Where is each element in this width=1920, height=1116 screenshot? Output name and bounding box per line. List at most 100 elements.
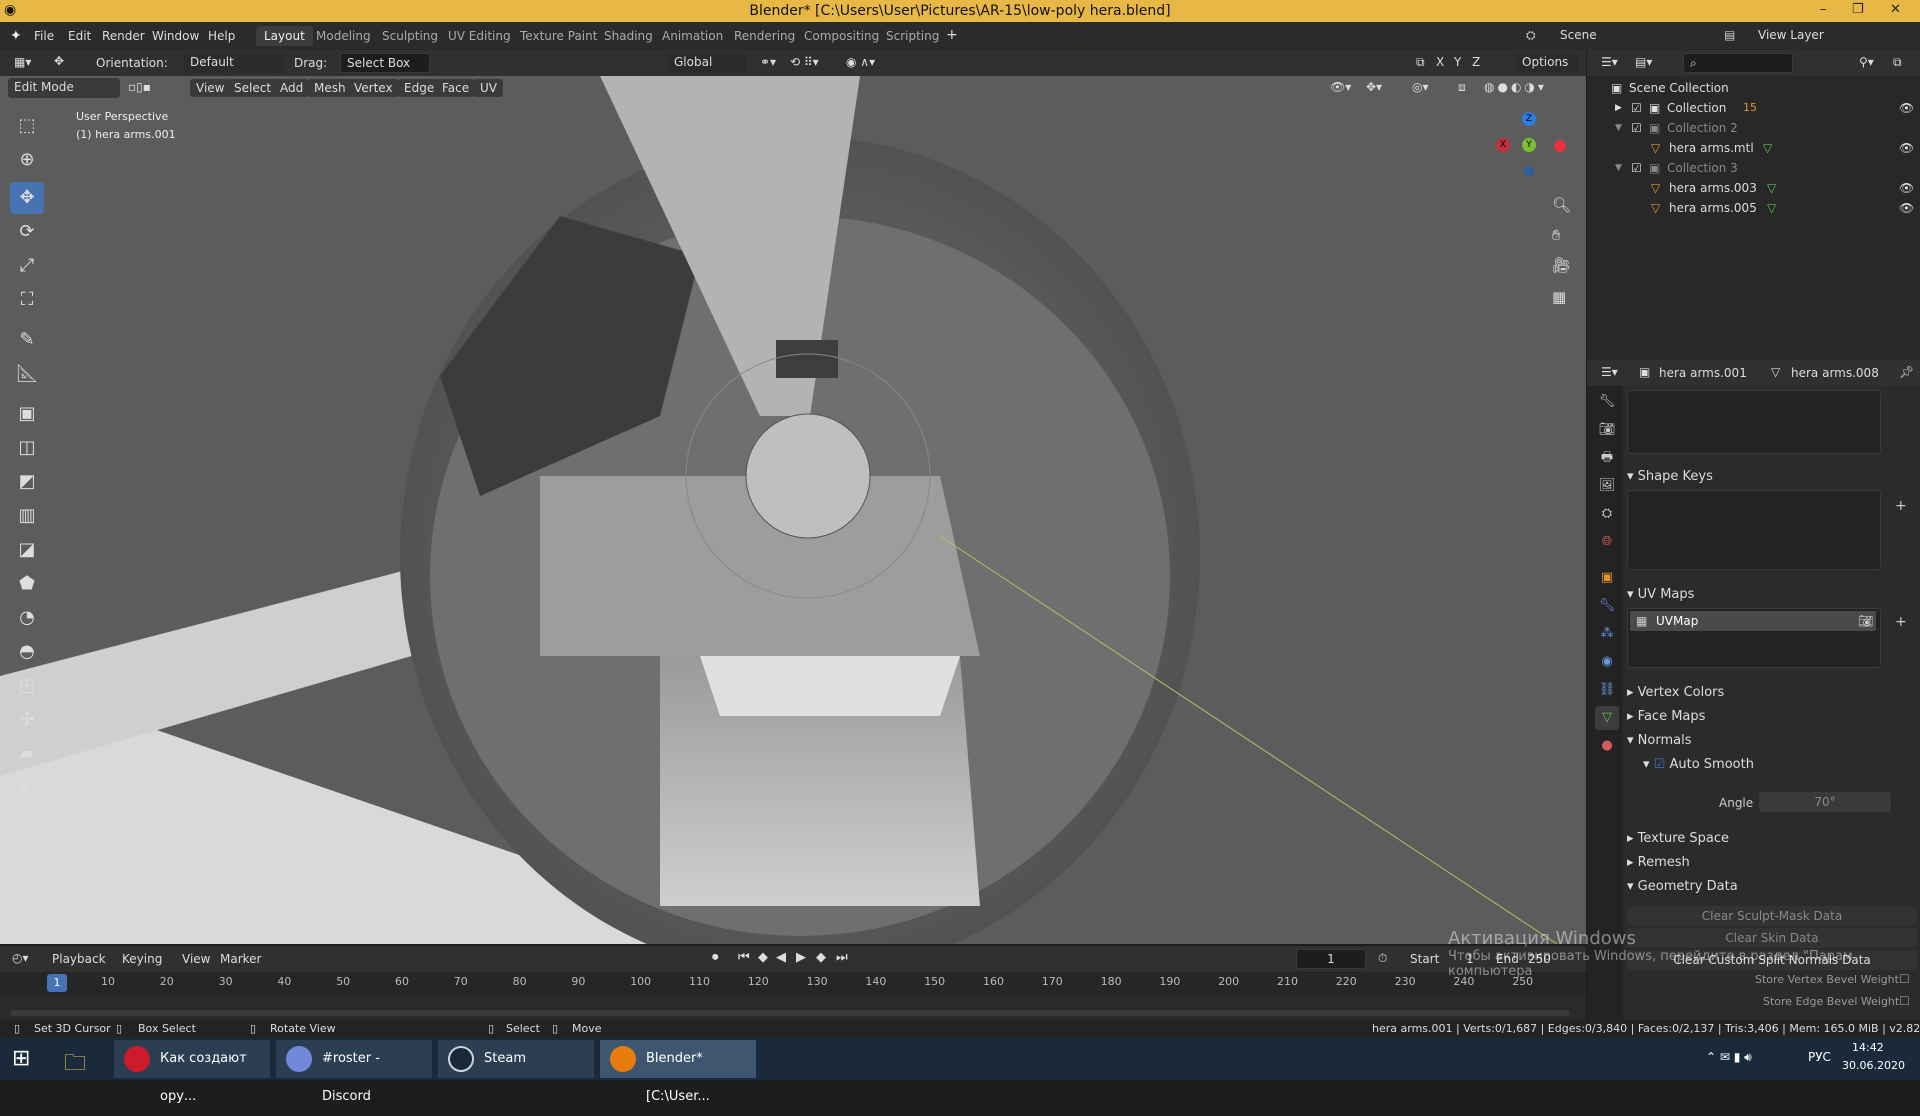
- menu-mesh[interactable]: Mesh: [308, 79, 352, 97]
- tab-rendering[interactable]: Rendering: [726, 26, 803, 46]
- transform-orientation-dropdown[interactable]: Global: [668, 53, 746, 73]
- proportional-edit-icon[interactable]: ◉ ∧▾: [846, 55, 875, 69]
- inset-tool-icon[interactable]: ◫: [10, 432, 44, 464]
- panel-texture-space[interactable]: ▸ Texture Space: [1627, 828, 1917, 850]
- outliner-row-hera-arms-mtl[interactable]: ▽ hera arms.mtl ▽ 👁︎: [1587, 138, 1920, 158]
- rotate-tool-icon[interactable]: ⟳: [10, 216, 44, 248]
- pan-hand-icon[interactable]: ✋︎: [1552, 226, 1561, 244]
- outliner-search-input[interactable]: ⌕: [1683, 53, 1793, 73]
- pin-icon[interactable]: 📌︎: [1899, 365, 1914, 379]
- select-box-tool-icon[interactable]: ⬚: [10, 110, 44, 142]
- outliner-row-collection-2[interactable]: ▼ ☑ ▣ Collection 2: [1587, 118, 1920, 138]
- menu-file[interactable]: File: [34, 29, 54, 43]
- menu-uv[interactable]: UV: [474, 79, 503, 97]
- editor-type-icon[interactable]: ▦▾: [14, 55, 31, 69]
- language-indicator[interactable]: РУС: [1808, 1050, 1831, 1064]
- menu-window[interactable]: Window: [152, 29, 199, 43]
- menu-edge[interactable]: Edge: [398, 79, 441, 97]
- smooth-tool-icon[interactable]: ◓: [10, 636, 44, 668]
- panel-face-maps[interactable]: ▸ Face Maps: [1627, 706, 1917, 728]
- vertex-groups-list[interactable]: [1627, 390, 1881, 454]
- mesh-data-icon[interactable]: ▽: [1767, 198, 1776, 218]
- clock-date[interactable]: 30.06.2020: [1842, 1059, 1905, 1072]
- checkbox-icon[interactable]: ☑: [1631, 118, 1642, 138]
- add-shape-key-button[interactable]: +: [1895, 498, 1907, 514]
- navigation-gizmo[interactable]: Z Y X: [1490, 112, 1570, 192]
- object-tab-icon[interactable]: ▣: [1595, 566, 1619, 590]
- move-tool-icon[interactable]: ✥: [10, 182, 44, 214]
- jump-start-icon[interactable]: ⏮: [738, 950, 750, 965]
- panel-geometry-data[interactable]: ▾ Geometry Data: [1627, 876, 1917, 898]
- tray-icons[interactable]: ⌃ ✉ ▮ 🔊︎: [1706, 1050, 1752, 1065]
- material-tab-icon[interactable]: ●: [1595, 734, 1619, 758]
- shrink-fatten-tool-icon[interactable]: ✢: [10, 704, 44, 736]
- drag-dropdown[interactable]: Select Box: [340, 53, 430, 73]
- camera-view-icon[interactable]: 🎥︎: [1552, 256, 1571, 274]
- outliner-editor-icon[interactable]: ☰▾: [1601, 55, 1618, 69]
- display-mode-icon[interactable]: ▤▾: [1635, 55, 1652, 69]
- menu-vertex[interactable]: Vertex: [348, 79, 399, 97]
- orientation-dropdown[interactable]: Default: [184, 53, 284, 73]
- play-icon[interactable]: ▶: [796, 950, 806, 965]
- new-collection-icon[interactable]: ⧉: [1893, 55, 1902, 70]
- mirror-icon[interactable]: ⧉: [1416, 55, 1425, 70]
- tab-sculpting[interactable]: Sculpting: [374, 26, 446, 46]
- transform-tool-icon[interactable]: ⛶: [10, 284, 44, 316]
- particles-tab-icon[interactable]: ⁂: [1595, 622, 1619, 646]
- taskbar-item-opera[interactable]: Как создают ору...: [114, 1040, 270, 1104]
- tab-animation[interactable]: Animation: [654, 26, 731, 46]
- axis-x-toggle[interactable]: X: [1436, 55, 1444, 69]
- render-camera-icon[interactable]: 📷︎: [1858, 611, 1873, 631]
- timeline-ruler[interactable]: 10 20 30 40 50 60 70 80 90 100 110 120 130 140 150 160 1…: [0, 972, 1586, 994]
- taskbar-item-blender[interactable]: Blender* [C:\User...: [600, 1040, 756, 1104]
- angle-field[interactable]: 70°: [1759, 792, 1891, 812]
- select-mode-icons[interactable]: ▫▯▪: [128, 80, 151, 94]
- axis-y-toggle[interactable]: Y: [1454, 55, 1461, 69]
- timeline-scrollbar[interactable]: [10, 1010, 1570, 1016]
- uv-map-item[interactable]: ▦ UVMap 📷︎: [1630, 611, 1876, 631]
- modifier-tab-icon[interactable]: 🔧︎: [1595, 594, 1619, 618]
- auto-smooth-checkbox[interactable]: ☑: [1654, 757, 1666, 772]
- properties-editor-icon[interactable]: ☰▾: [1601, 365, 1618, 379]
- options-dropdown[interactable]: Options: [1516, 53, 1578, 73]
- cursor-tool-icon[interactable]: ⊕: [10, 144, 44, 176]
- prev-keyframe-icon[interactable]: ◆: [758, 950, 768, 965]
- visibility-icon[interactable]: 👁︎▾: [1330, 80, 1351, 94]
- outliner-row-hera-arms-005[interactable]: ▽ hera arms.005 ▽ 👁︎: [1587, 198, 1920, 218]
- scene-selector[interactable]: Scene: [1554, 26, 1694, 46]
- add-uv-map-button[interactable]: +: [1895, 614, 1907, 630]
- world-tab-icon[interactable]: 🌐︎: [1595, 530, 1619, 554]
- scale-tool-icon[interactable]: ⤢: [10, 250, 44, 282]
- physics-tab-icon[interactable]: ◉: [1595, 650, 1619, 674]
- taskbar-item-discord[interactable]: #roster - Discord: [276, 1040, 432, 1104]
- next-keyframe-icon[interactable]: ◆: [816, 950, 826, 965]
- menu-view[interactable]: View: [190, 79, 231, 97]
- rip-tool-icon[interactable]: ◧: [10, 772, 44, 804]
- extrude-tool-icon[interactable]: ▣: [10, 398, 44, 430]
- ortho-toggle-icon[interactable]: ▦: [1552, 288, 1566, 306]
- tab-compositing[interactable]: Compositing: [796, 26, 887, 46]
- eye-icon[interactable]: 👁︎: [1899, 138, 1914, 158]
- spin-tool-icon[interactable]: ◔: [10, 602, 44, 634]
- menu-edit[interactable]: Edit: [68, 29, 91, 43]
- taskbar-item-steam[interactable]: Steam: [438, 1040, 594, 1078]
- gizmo-y-axis[interactable]: Y: [1522, 138, 1536, 152]
- pivot-icon[interactable]: ⚭▾: [760, 55, 776, 69]
- blender-menu-icon[interactable]: ✦: [10, 28, 22, 44]
- mode-dropdown[interactable]: Edit Mode: [8, 78, 120, 98]
- menu-marker[interactable]: Marker: [220, 952, 261, 966]
- shape-keys-list[interactable]: [1627, 490, 1881, 570]
- filter-icon[interactable]: ⚲▾: [1859, 55, 1874, 69]
- store-edge-bevel-checkbox[interactable]: ☐: [1899, 994, 1910, 1008]
- edge-slide-tool-icon[interactable]: ◰: [10, 670, 44, 702]
- view-layer-selector[interactable]: View Layer: [1752, 26, 1872, 46]
- playhead[interactable]: 1: [47, 974, 67, 992]
- overlay-toggle-icon[interactable]: ◎▾: [1412, 80, 1429, 94]
- uv-maps-list[interactable]: ▦ UVMap 📷︎: [1627, 608, 1881, 668]
- eye-icon[interactable]: 👁︎: [1899, 198, 1914, 218]
- minimize-button[interactable]: –: [1820, 2, 1827, 17]
- auto-smooth-row[interactable]: ▾ ☑ Auto Smooth: [1643, 754, 1920, 776]
- play-reverse-icon[interactable]: ◀: [776, 950, 786, 965]
- bevel-tool-icon[interactable]: ◩: [10, 466, 44, 498]
- checkbox-icon[interactable]: ☑: [1631, 158, 1642, 178]
